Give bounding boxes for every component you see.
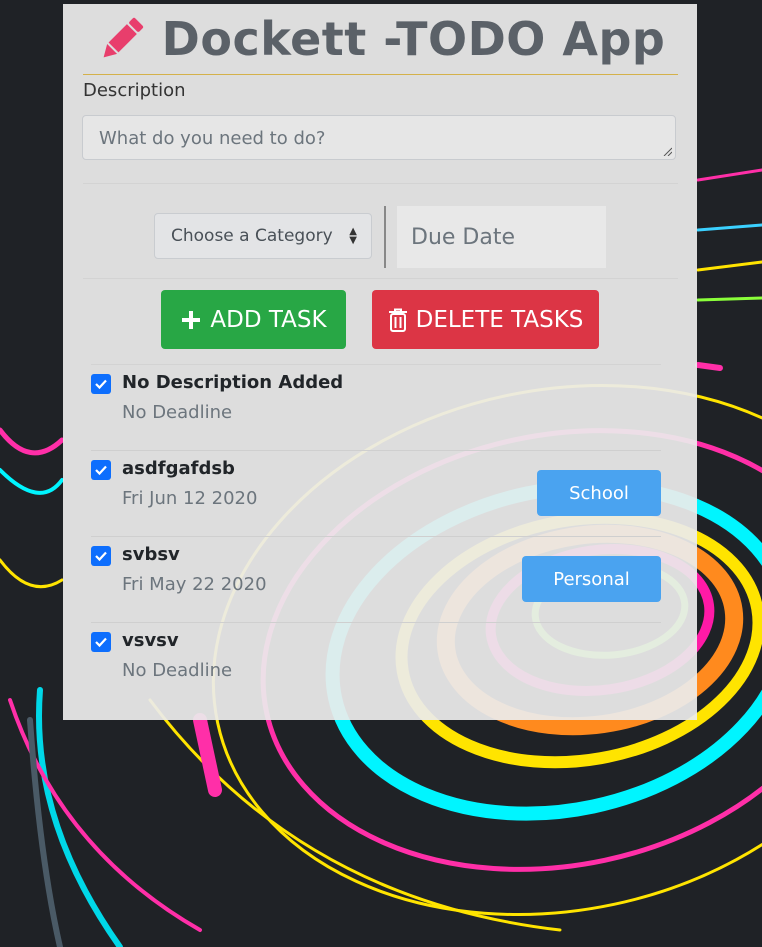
check-icon: [95, 551, 107, 562]
task-deadline: No Deadline: [122, 402, 233, 423]
trash-icon: [388, 308, 408, 332]
add-task-label: ADD TASK: [210, 306, 327, 333]
due-date-placeholder: Due Date: [411, 224, 515, 250]
description-label: Description: [83, 80, 186, 101]
task-name: svbsv: [122, 544, 180, 565]
plus-icon: [180, 309, 202, 331]
due-date-input[interactable]: Due Date: [397, 206, 606, 268]
task-checkbox[interactable]: [91, 374, 111, 394]
page-title: Dockett -TODO App: [161, 12, 666, 66]
task-name: No Description Added: [122, 372, 344, 393]
check-icon: [95, 379, 107, 390]
task-item: No Description Added No Deadline: [91, 365, 661, 451]
task-name: vsvsv: [122, 630, 179, 651]
description-placeholder: What do you need to do?: [99, 128, 326, 149]
app-header: Dockett -TODO App: [83, 4, 678, 75]
delete-tasks-label: DELETE TASKS: [415, 306, 584, 333]
resize-handle-icon[interactable]: [662, 146, 672, 156]
task-name: asdfgafdsb: [122, 458, 235, 479]
task-checkbox[interactable]: [91, 460, 111, 480]
task-deadline: Fri Jun 12 2020: [122, 488, 258, 509]
divider: [83, 278, 678, 279]
task-item: svbsv Fri May 22 2020 Personal: [91, 537, 661, 623]
select-caret-icon: ▲ ▼: [349, 226, 357, 246]
task-deadline: Fri May 22 2020: [122, 574, 267, 595]
input-separator: [384, 206, 386, 268]
category-badge: Personal: [522, 556, 661, 602]
description-input[interactable]: What do you need to do?: [82, 115, 676, 160]
delete-tasks-button[interactable]: DELETE TASKS: [372, 290, 599, 349]
task-deadline: No Deadline: [122, 660, 233, 681]
add-task-button[interactable]: ADD TASK: [161, 290, 346, 349]
task-item: vsvsv No Deadline: [91, 623, 661, 709]
task-item: asdfgafdsb Fri Jun 12 2020 School: [91, 451, 661, 537]
category-select[interactable]: Choose a Category ▲ ▼: [154, 213, 372, 259]
divider: [83, 183, 678, 184]
category-badge: School: [537, 470, 661, 516]
task-checkbox[interactable]: [91, 632, 111, 652]
task-checkbox[interactable]: [91, 546, 111, 566]
check-icon: [95, 465, 107, 476]
check-icon: [95, 637, 107, 648]
todo-card: Dockett -TODO App Description What do yo…: [63, 4, 697, 720]
pencil-icon: [103, 17, 143, 58]
category-select-value: Choose a Category: [171, 226, 333, 246]
